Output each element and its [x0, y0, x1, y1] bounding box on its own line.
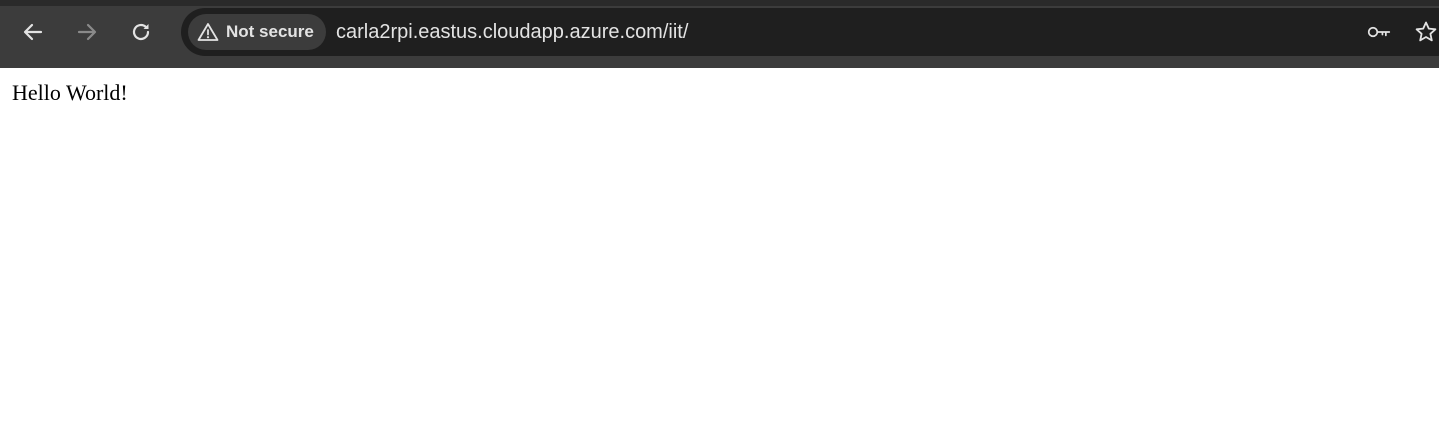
- url-text[interactable]: carla2rpi.eastus.cloudapp.azure.com/iit/: [336, 20, 688, 44]
- arrow-right-icon: [77, 23, 97, 41]
- security-chip[interactable]: Not secure: [188, 14, 326, 50]
- security-chip-label: Not secure: [226, 22, 314, 41]
- arrow-left-icon: [23, 23, 43, 41]
- browser-toolbar: Not secure carla2rpi.eastus.cloudapp.azu…: [0, 0, 1439, 68]
- forward-button[interactable]: [69, 14, 105, 50]
- page-body-text: Hello World!: [12, 80, 128, 105]
- address-bar[interactable]: Not secure carla2rpi.eastus.cloudapp.azu…: [181, 8, 1439, 56]
- page-content: Hello World!: [0, 68, 1439, 446]
- reload-button[interactable]: [123, 14, 159, 50]
- key-icon: [1367, 26, 1391, 38]
- tab-strip-edge: [0, 0, 1439, 6]
- reload-icon: [132, 23, 150, 41]
- bookmark-star-button[interactable]: [1414, 20, 1438, 44]
- back-button[interactable]: [15, 14, 51, 50]
- password-key-button[interactable]: [1367, 20, 1391, 44]
- star-icon: [1415, 21, 1437, 42]
- warning-triangle-icon: [197, 23, 219, 41]
